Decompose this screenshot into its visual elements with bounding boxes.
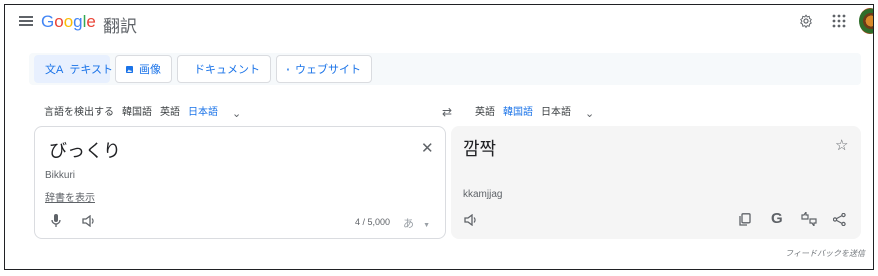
source-text[interactable]: びっくり (49, 137, 121, 163)
character-count: 4 / 5,000 (355, 217, 391, 227)
lang-korean[interactable]: 韓国語 (118, 101, 156, 125)
target-panel: 깜짝 ☆ kkamjjag G (451, 126, 861, 239)
avatar[interactable] (859, 8, 873, 34)
input-method-button[interactable]: あ ▼ (403, 215, 430, 231)
send-feedback-link[interactable]: フィードバックを送信 (785, 248, 865, 259)
translate-icon: 文A (45, 64, 64, 76)
tab-document[interactable]: ドキュメント (177, 55, 271, 83)
lang-detect[interactable]: 言語を検出する (40, 101, 118, 125)
chevron-down-icon[interactable]: ⌄ (232, 107, 241, 120)
source-romanization: Bikkuri (45, 170, 76, 181)
lang-english[interactable]: 英語 (471, 101, 499, 125)
lang-japanese[interactable]: 日本語 (184, 101, 222, 128)
swap-languages-icon[interactable]: ⇄ (442, 105, 452, 119)
target-language-bar: 英語 韓国語 日本語 ⌄ (471, 101, 594, 128)
product-name: 翻訳 (103, 17, 137, 36)
microphone-icon[interactable] (51, 214, 61, 228)
target-romanization: kkamjjag (463, 189, 503, 200)
source-panel[interactable]: びっくり ✕ Bikkuri 辞書を表示 4 / 5,000 あ ▼ (34, 126, 446, 239)
tab-image[interactable]: 画像 (115, 55, 172, 83)
google-logo[interactable]: Google (41, 12, 96, 32)
target-text: 깜짝 (463, 139, 497, 159)
input-method-label: あ (403, 218, 414, 230)
speaker-icon[interactable] (82, 215, 96, 227)
source-language-bar: 言語を検出する 韓国語 英語 日本語 ⌄ (40, 101, 241, 128)
tab-text[interactable]: 文A テキスト (34, 55, 113, 83)
copy-icon[interactable] (739, 213, 751, 226)
chevron-down-icon[interactable]: ⌄ (585, 107, 594, 120)
star-icon[interactable]: ☆ (835, 136, 848, 154)
close-icon[interactable]: ✕ (421, 139, 434, 157)
rate-translation-icon[interactable] (801, 212, 817, 226)
lang-japanese[interactable]: 日本語 (537, 101, 575, 125)
tab-website[interactable]: ウェブサイト (276, 55, 372, 83)
lang-english[interactable]: 英語 (156, 101, 184, 125)
apps-icon[interactable] (832, 14, 846, 28)
dictionary-link[interactable]: 辞書を表示 (45, 189, 95, 204)
chevron-down-icon: ▼ (423, 222, 430, 229)
settings-icon[interactable] (799, 14, 813, 28)
image-icon (126, 65, 133, 73)
menu-icon[interactable] (19, 14, 35, 28)
website-icon (287, 68, 289, 70)
google-search-icon[interactable]: G (771, 210, 783, 227)
share-icon[interactable] (833, 213, 846, 226)
lang-korean[interactable]: 韓国語 (499, 101, 537, 128)
translate-window: Google 翻訳 文A テキスト 画像 ドキュメント ウェブサイト 言語を検出… (4, 4, 874, 270)
speaker-icon[interactable] (464, 214, 478, 226)
